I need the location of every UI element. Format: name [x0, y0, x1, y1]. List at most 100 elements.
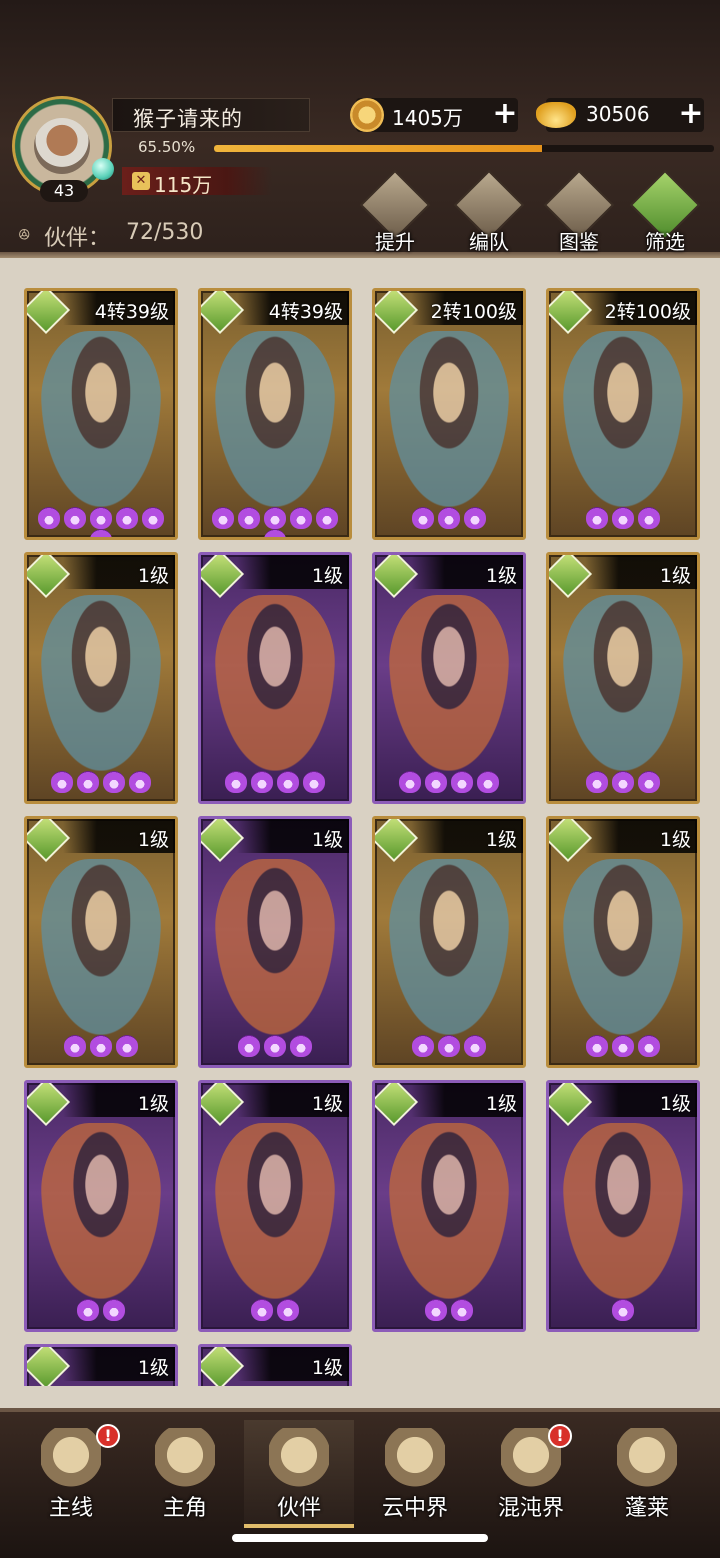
combat-power-value: 115万: [154, 173, 213, 197]
partner-card[interactable]: 1级: [24, 816, 178, 1068]
upgrade-label: 提升: [375, 230, 415, 254]
partner-card[interactable]: 1级: [24, 552, 178, 804]
star-icon: [451, 1299, 473, 1321]
star-icon: [586, 507, 608, 529]
partner-portrait: [41, 331, 161, 507]
partner-card[interactable]: 1级: [372, 816, 526, 1068]
star-rating: [201, 507, 349, 537]
coin-icon: [350, 98, 384, 132]
coin-value: 1405万: [392, 106, 463, 130]
star-icon: [90, 1035, 112, 1057]
star-icon: [90, 529, 112, 537]
home-indicator: [232, 1534, 488, 1542]
partner-level: 1级: [485, 829, 517, 851]
combat-power-icon: ✕: [132, 172, 150, 190]
hero-icon: [155, 1428, 215, 1488]
nav-chaos-realm[interactable]: 混沌界 !: [476, 1420, 586, 1528]
player-name: 猴子请来的: [133, 107, 243, 131]
partner-card[interactable]: 1级: [546, 552, 700, 804]
star-icon: [412, 507, 434, 529]
partner-level: 1级: [137, 1093, 169, 1115]
pavilion-icon: [385, 1428, 445, 1488]
partner-level: 1级: [659, 565, 691, 587]
nav-partners-label: 伙伴: [276, 1496, 321, 1521]
star-icon: [638, 507, 660, 529]
partner-portrait: [215, 859, 335, 1035]
partner-level: 1级: [311, 565, 343, 587]
nav-partners[interactable]: 伙伴: [244, 1420, 354, 1528]
partner-card[interactable]: 4转39级: [198, 288, 352, 540]
star-icon: [638, 1035, 660, 1057]
partner-level: 1级: [137, 1357, 169, 1379]
add-gold-button[interactable]: +: [676, 99, 706, 130]
star-icon: [612, 771, 634, 793]
nav-protagonist[interactable]: 主角: [130, 1420, 240, 1528]
gold-value: 30506: [586, 102, 650, 126]
star-rating: [549, 1035, 697, 1059]
partner-level: 1级: [311, 829, 343, 851]
formation-button[interactable]: 编队: [453, 169, 525, 254]
partner-portrait: [563, 859, 683, 1035]
exp-bar: [214, 145, 714, 152]
star-icon: [464, 1035, 486, 1057]
nav-main-quest[interactable]: 主线 !: [16, 1420, 126, 1528]
partner-card[interactable]: 1级: [198, 552, 352, 804]
formation-label: 编队: [469, 230, 509, 254]
partner-card[interactable]: 2转100级: [372, 288, 526, 540]
nav-penglai-label: 蓬莱: [624, 1496, 669, 1521]
star-rating: [549, 507, 697, 531]
star-icon: [51, 771, 73, 793]
partner-portrait: [215, 1123, 335, 1299]
star-icon: [438, 507, 460, 529]
partner-card[interactable]: 1级: [372, 552, 526, 804]
star-icon: [212, 507, 234, 529]
star-icon: [264, 529, 286, 537]
star-icon: [251, 1299, 273, 1321]
star-icon: [438, 1035, 460, 1057]
partner-portrait: [389, 595, 509, 771]
star-icon: [399, 771, 421, 793]
star-rating: [375, 1035, 523, 1059]
star-icon: [277, 771, 299, 793]
nav-cloud-realm[interactable]: 云中界: [360, 1420, 470, 1528]
star-icon: [77, 771, 99, 793]
partner-card[interactable]: 1级: [198, 1080, 352, 1332]
filter-button[interactable]: 筛选: [629, 169, 701, 254]
partner-portrait: [389, 859, 509, 1035]
add-coin-button[interactable]: +: [490, 99, 520, 130]
partner-level: 1级: [485, 565, 517, 587]
partner-card[interactable]: 4转39级: [24, 288, 178, 540]
star-icon: [38, 507, 60, 529]
star-rating: [201, 771, 349, 795]
partner-card[interactable]: 1级: [198, 816, 352, 1068]
partner-level: 1级: [311, 1357, 343, 1379]
partner-card[interactable]: 2转100级: [546, 288, 700, 540]
nav-penglai[interactable]: 蓬莱: [592, 1420, 702, 1528]
avatar-portrait: [34, 118, 90, 174]
partner-card[interactable]: 1级: [198, 1344, 352, 1386]
star-rating: [549, 771, 697, 795]
partner-portrait: [389, 331, 509, 507]
player-name-box: 猴子请来的: [112, 98, 310, 132]
partner-portrait: [215, 331, 335, 507]
partner-card[interactable]: 1级: [546, 1080, 700, 1332]
exp-bar-fill: [214, 145, 542, 152]
partner-card[interactable]: 1级: [24, 1344, 178, 1386]
star-icon: [103, 1299, 125, 1321]
star-icon: [586, 1035, 608, 1057]
star-rating: [549, 1299, 697, 1323]
star-icon: [612, 507, 634, 529]
partner-card[interactable]: 1级: [372, 1080, 526, 1332]
star-icon: [425, 1299, 447, 1321]
coin-display: 1405万 +: [350, 98, 520, 132]
nav-protagonist-label: 主角: [162, 1496, 207, 1521]
star-icon: [425, 771, 447, 793]
partner-card[interactable]: 1级: [24, 1080, 178, 1332]
star-rating: [375, 771, 523, 795]
partner-card[interactable]: 1级: [546, 816, 700, 1068]
filter-label: 筛选: [645, 230, 685, 254]
codex-button[interactable]: 图鉴: [543, 169, 615, 254]
star-icon: [638, 771, 660, 793]
upgrade-button[interactable]: 提升: [359, 169, 431, 254]
star-rating: [201, 1299, 349, 1323]
